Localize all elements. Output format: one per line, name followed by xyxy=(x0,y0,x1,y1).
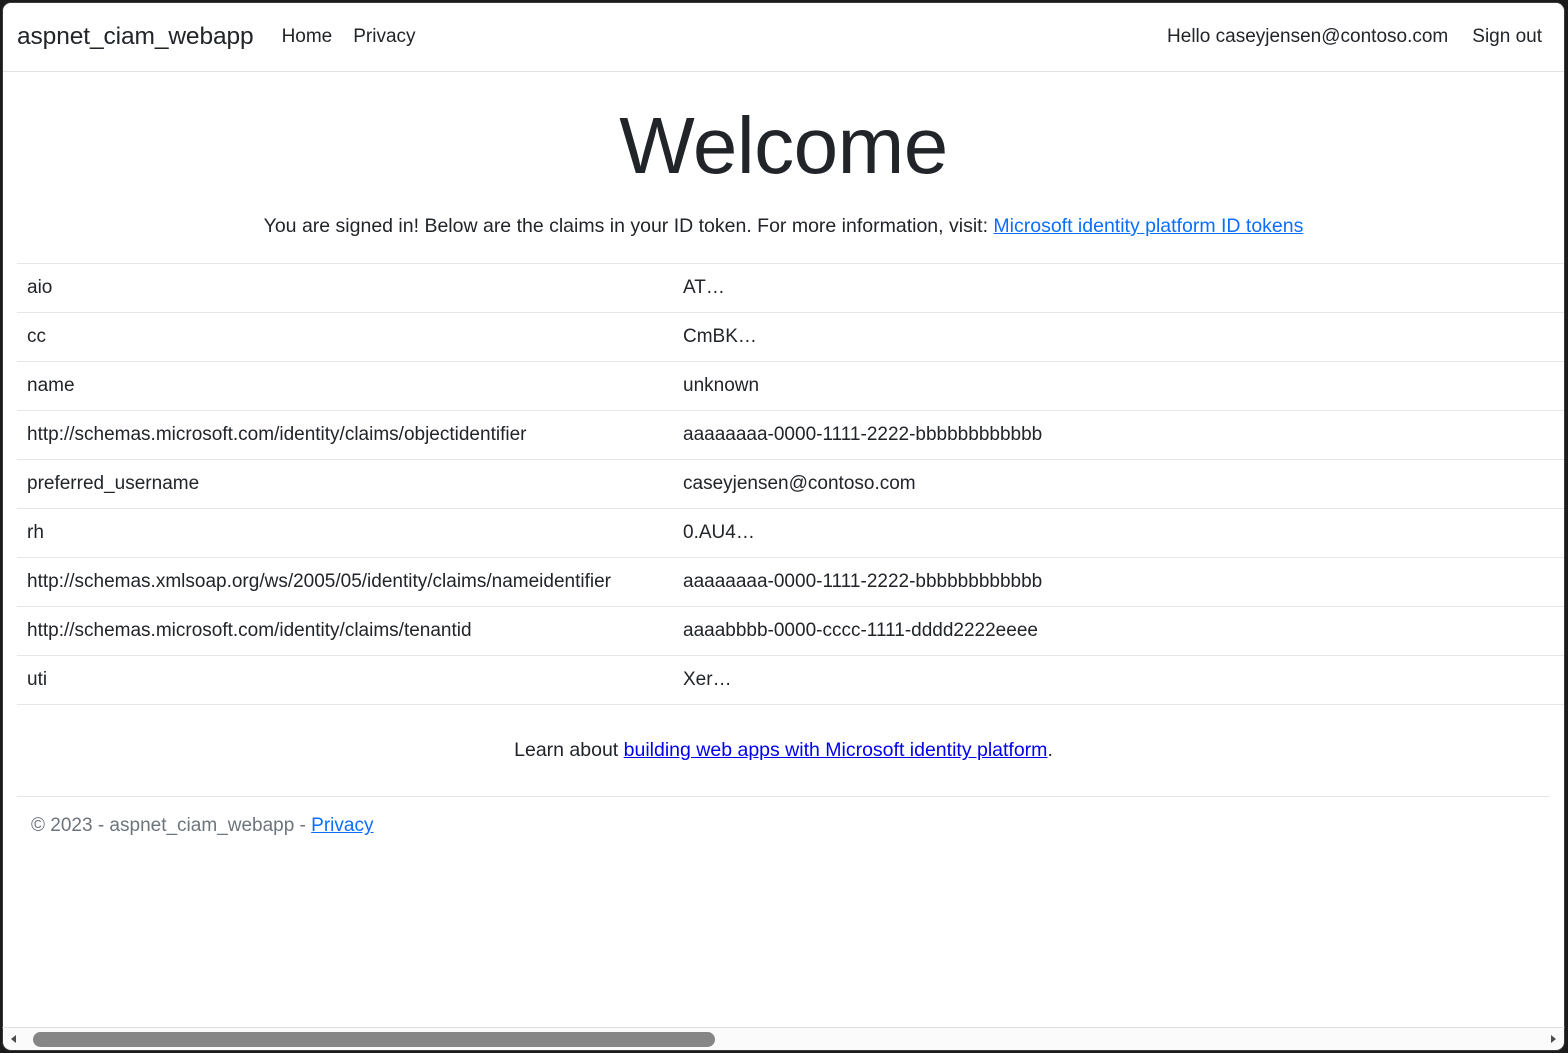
table-row: http://schemas.xmlsoap.org/ws/2005/05/id… xyxy=(17,558,1565,607)
claim-value-text: AT xyxy=(683,277,706,298)
table-row: http://schemas.microsoft.com/identity/cl… xyxy=(17,411,1565,460)
nav-link-home[interactable]: Home xyxy=(282,26,333,48)
learn-about-line: Learn about building web apps with Micro… xyxy=(17,739,1550,762)
claim-type-cell: name xyxy=(17,362,673,411)
table-row: utiXer… xyxy=(17,656,1565,705)
table-row: ccCmBK… xyxy=(17,313,1565,362)
page-title: Welcome xyxy=(17,106,1550,186)
claims-table-body: aioAT…ccCmBK…nameunknownhttp://schemas.m… xyxy=(17,264,1565,705)
claim-type-cell: cc xyxy=(17,313,673,362)
claim-extra-cell xyxy=(1233,509,1565,558)
claim-value-text: CmBK xyxy=(683,326,738,347)
claim-extra-cell xyxy=(1233,411,1565,460)
navbar-links: Home Privacy xyxy=(282,26,416,48)
navbar-brand[interactable]: aspnet_ciam_webapp xyxy=(17,23,254,51)
footer-copyright: © 2023 - aspnet_ciam_webapp - xyxy=(31,815,311,836)
learn-about-period: . xyxy=(1047,739,1052,761)
claim-value-ellipsis: … xyxy=(736,522,755,543)
claims-table: aioAT…ccCmBK…nameunknownhttp://schemas.m… xyxy=(17,263,1565,705)
claim-value-cell: aaaaaaaa-0000-1111-2222-bbbbbbbbbbbb xyxy=(673,558,1233,607)
site-navbar: aspnet_ciam_webapp Home Privacy Hello ca… xyxy=(3,3,1564,72)
claim-value-cell: 0.AU4… xyxy=(673,509,1233,558)
navbar-greeting[interactable]: Hello caseyjensen@contoso.com xyxy=(1167,26,1448,48)
id-token-docs-link[interactable]: Microsoft identity platform ID tokens xyxy=(993,215,1303,237)
claim-extra-cell xyxy=(1233,362,1565,411)
signed-in-lead: You are signed in! Below are the claims … xyxy=(17,214,1550,239)
claim-value-cell: aaaaaaaa-0000-1111-2222-bbbbbbbbbbbb xyxy=(673,411,1233,460)
claim-type-cell: preferred_username xyxy=(17,460,673,509)
claim-type-cell: uti xyxy=(17,656,673,705)
table-row: preferred_usernamecaseyjensen@contoso.co… xyxy=(17,460,1565,509)
main-content: Welcome You are signed in! Below are the… xyxy=(3,106,1564,855)
claim-value-ellipsis: … xyxy=(738,326,757,347)
sign-out-button[interactable]: Sign out xyxy=(1472,26,1542,48)
triangle-right-icon[interactable] xyxy=(1542,1028,1564,1050)
claim-extra-cell xyxy=(1233,313,1565,362)
navbar-user-area: Hello caseyjensen@contoso.com Sign out xyxy=(1167,26,1548,48)
claim-type-cell: http://schemas.microsoft.com/identity/cl… xyxy=(17,607,673,656)
claim-value-cell: unknown xyxy=(673,362,1233,411)
claim-extra-cell xyxy=(1233,558,1565,607)
nav-link-privacy[interactable]: Privacy xyxy=(353,26,415,48)
lead-text: You are signed in! Below are the claims … xyxy=(264,215,994,237)
claim-value-text: Xer xyxy=(683,669,713,690)
claim-type-cell: http://schemas.xmlsoap.org/ws/2005/05/id… xyxy=(17,558,673,607)
claim-value-ellipsis: … xyxy=(706,277,725,298)
claim-value-cell: caseyjensen@contoso.com xyxy=(673,460,1233,509)
learn-about-text: Learn about xyxy=(514,739,624,761)
claim-extra-cell xyxy=(1233,264,1565,313)
claim-extra-cell xyxy=(1233,460,1565,509)
claim-extra-cell xyxy=(1233,607,1565,656)
claim-type-cell: aio xyxy=(17,264,673,313)
page-viewport: aspnet_ciam_webapp Home Privacy Hello ca… xyxy=(2,2,1565,1027)
table-row: http://schemas.microsoft.com/identity/cl… xyxy=(17,607,1565,656)
horizontal-scroll-thumb[interactable] xyxy=(33,1032,715,1047)
claim-type-cell: http://schemas.microsoft.com/identity/cl… xyxy=(17,411,673,460)
claim-value-ellipsis: … xyxy=(713,669,732,690)
claim-extra-cell xyxy=(1233,656,1565,705)
triangle-left-icon[interactable] xyxy=(3,1028,25,1050)
table-row: rh0.AU4… xyxy=(17,509,1565,558)
footer-privacy-link[interactable]: Privacy xyxy=(311,815,373,836)
claim-value-text: 0.AU4 xyxy=(683,522,736,543)
claim-value-cell: aaaabbbb-0000-cccc-1111-dddd2222eeee xyxy=(673,607,1233,656)
table-row: nameunknown xyxy=(17,362,1565,411)
horizontal-scrollbar[interactable] xyxy=(2,1027,1565,1051)
claim-value-cell: CmBK… xyxy=(673,313,1233,362)
site-footer: © 2023 - aspnet_ciam_webapp - Privacy xyxy=(17,796,1550,855)
claim-type-cell: rh xyxy=(17,509,673,558)
browser-window: aspnet_ciam_webapp Home Privacy Hello ca… xyxy=(0,0,1568,1053)
claim-value-cell: Xer… xyxy=(673,656,1233,705)
horizontal-scroll-track[interactable] xyxy=(25,1028,1542,1050)
claim-value-cell: AT… xyxy=(673,264,1233,313)
table-row: aioAT… xyxy=(17,264,1565,313)
build-web-apps-link[interactable]: building web apps with Microsoft identit… xyxy=(624,739,1048,761)
